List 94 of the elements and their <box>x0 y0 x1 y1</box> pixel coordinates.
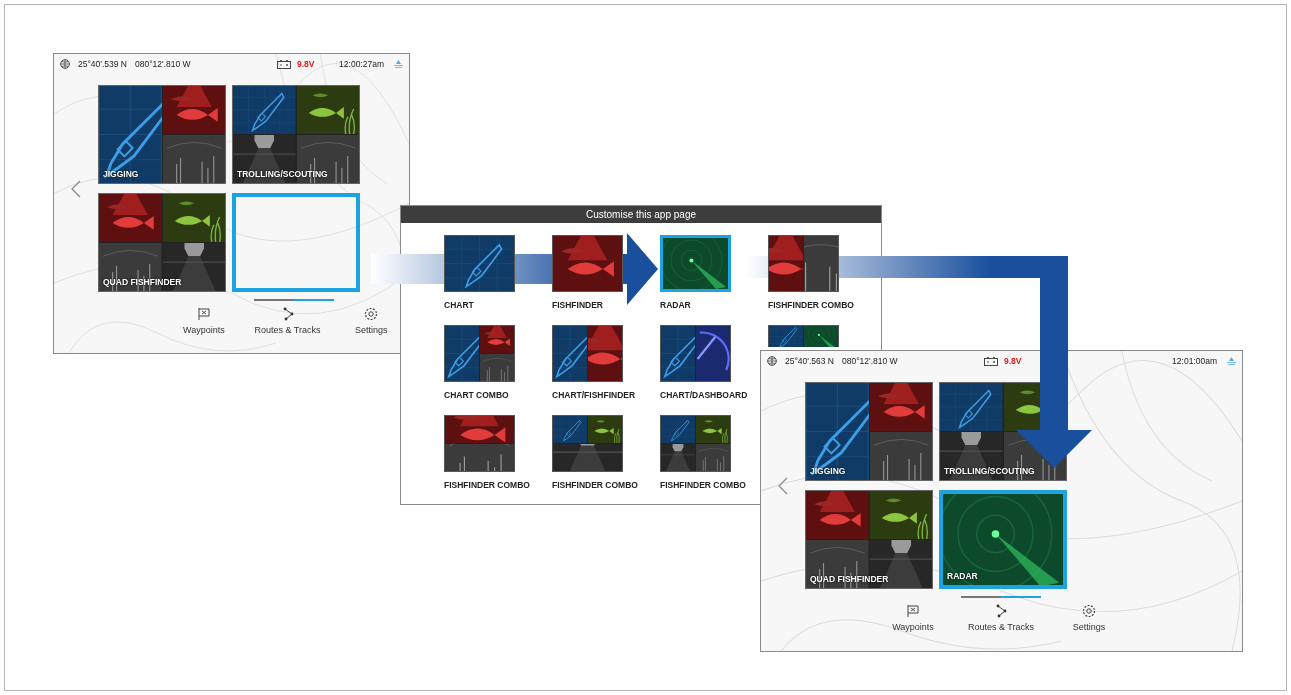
option-label: FISHFINDER COMBO <box>552 480 638 492</box>
chart-preview <box>661 416 695 443</box>
option-label: FISHFINDER <box>552 300 603 312</box>
fishfinder-preview <box>869 491 932 539</box>
tile-label: QUAD FISHFINDER <box>810 574 889 584</box>
nav-button[interactable]: Waypoints <box>873 604 953 632</box>
sonar-preview <box>804 236 838 291</box>
fishfinder-preview <box>162 194 225 242</box>
tile-label: JIGGING <box>810 466 846 476</box>
dialog-title: Customise this app page <box>401 206 881 223</box>
app-option-button[interactable] <box>660 415 731 472</box>
longitude-text: 080°12'.810 W <box>842 356 898 366</box>
fishfinder-preview <box>588 416 622 443</box>
voltage-text: 9.8V <box>297 59 315 69</box>
chart-preview <box>233 86 296 134</box>
option-label: FISHFINDER COMBO <box>768 300 854 312</box>
back-chevron-button[interactable] <box>70 179 82 198</box>
fishfinder-preview <box>696 416 730 443</box>
radar-preview <box>804 326 838 347</box>
dashboard-preview <box>696 326 730 381</box>
app-tile[interactable]: JIGGING <box>805 382 933 481</box>
chart-preview <box>769 326 803 347</box>
fishfinder-preview <box>480 326 514 353</box>
time-text: 12:01:00am <box>1172 356 1217 366</box>
sonar-preview <box>869 432 932 480</box>
chart-preview <box>445 326 479 381</box>
app-tile[interactable]: QUAD FISHFINDER <box>98 193 226 292</box>
option-label: FISHFINDER COMBO <box>660 480 746 492</box>
downvision-preview <box>661 444 695 471</box>
nav-button[interactable]: Routes & Tracks <box>961 604 1041 632</box>
nav-button[interactable]: Routes & Tracks <box>249 307 326 335</box>
app-tile[interactable]: QUAD FISHFINDER <box>805 490 933 589</box>
flag-icon <box>196 307 211 321</box>
longitude-text: 080°12'.810 W <box>135 59 191 69</box>
sonar-preview <box>445 444 514 471</box>
fishfinder-preview <box>162 86 225 134</box>
app-option-button[interactable] <box>552 235 623 292</box>
app-tile[interactable]: RADAR <box>939 490 1067 589</box>
app-option-button[interactable] <box>768 235 839 292</box>
empty-tile-slot[interactable] <box>232 193 360 292</box>
chart-preview <box>661 326 695 381</box>
chart-preview <box>553 416 587 443</box>
nav-button[interactable]: Settings <box>1049 604 1129 632</box>
app-option-button[interactable] <box>660 235 731 292</box>
option-label: CHART COMBO <box>444 390 509 402</box>
app-option-button[interactable] <box>552 325 623 382</box>
tile-label: RADAR <box>947 571 978 581</box>
option-label: CHART <box>444 300 474 312</box>
fishfinder-preview <box>296 86 359 134</box>
tile-label: JIGGING <box>103 169 139 179</box>
fishfinder-preview <box>806 491 869 539</box>
latitude-text: 25°40'.563 N <box>785 356 834 366</box>
battery-icon <box>984 356 998 366</box>
app-tile[interactable]: JIGGING <box>98 85 226 184</box>
option-label: FISHFINDER COMBO <box>444 480 530 492</box>
chart-preview <box>940 383 1003 431</box>
fishfinder-preview <box>99 194 162 242</box>
tile-label: TROLLING/SCOUTING <box>237 169 328 179</box>
app-option-button[interactable] <box>444 415 515 472</box>
option-label: RADAR <box>660 300 691 312</box>
app-option-button[interactable] <box>444 325 515 382</box>
fishfinder-preview <box>869 383 932 431</box>
time-text: 12:00:27am <box>339 59 384 69</box>
app-tile[interactable]: TROLLING/SCOUTING <box>232 85 360 184</box>
battery-icon <box>277 59 291 69</box>
option-label: CHART/FISHFINDER <box>552 390 636 402</box>
fishfinder-preview <box>769 236 803 291</box>
app-option-button[interactable] <box>768 325 839 347</box>
latitude-text: 25°40'.539 N <box>78 59 127 69</box>
app-option-button[interactable] <box>552 415 623 472</box>
globe-icon <box>60 59 70 69</box>
fishfinder-preview <box>588 326 622 381</box>
downvision-preview <box>553 444 622 471</box>
app-option-button[interactable] <box>660 325 731 382</box>
tile-label: QUAD FISHFINDER <box>103 277 182 287</box>
boat-icon <box>394 60 403 68</box>
voltage-text: 9.8V <box>1004 356 1022 366</box>
fishfinder-preview <box>445 416 514 443</box>
route-icon <box>994 604 1008 618</box>
flag-icon <box>906 604 920 618</box>
tile-label: TROLLING/SCOUTING <box>944 466 1035 476</box>
chart-preview <box>553 326 587 381</box>
nav-button[interactable]: Waypoints <box>166 307 242 335</box>
boat-icon <box>1227 357 1236 365</box>
app-option-button[interactable] <box>444 235 515 292</box>
back-chevron-button[interactable] <box>777 476 789 495</box>
sonar-preview <box>696 444 730 471</box>
sonar-preview <box>480 354 514 381</box>
nav-button[interactable]: Settings <box>333 307 409 335</box>
option-label: CHART/DASHBOARD <box>660 390 748 402</box>
settings-icon <box>364 307 379 321</box>
settings-icon <box>1082 604 1096 618</box>
sonar-preview <box>162 135 225 183</box>
globe-icon <box>767 356 777 366</box>
